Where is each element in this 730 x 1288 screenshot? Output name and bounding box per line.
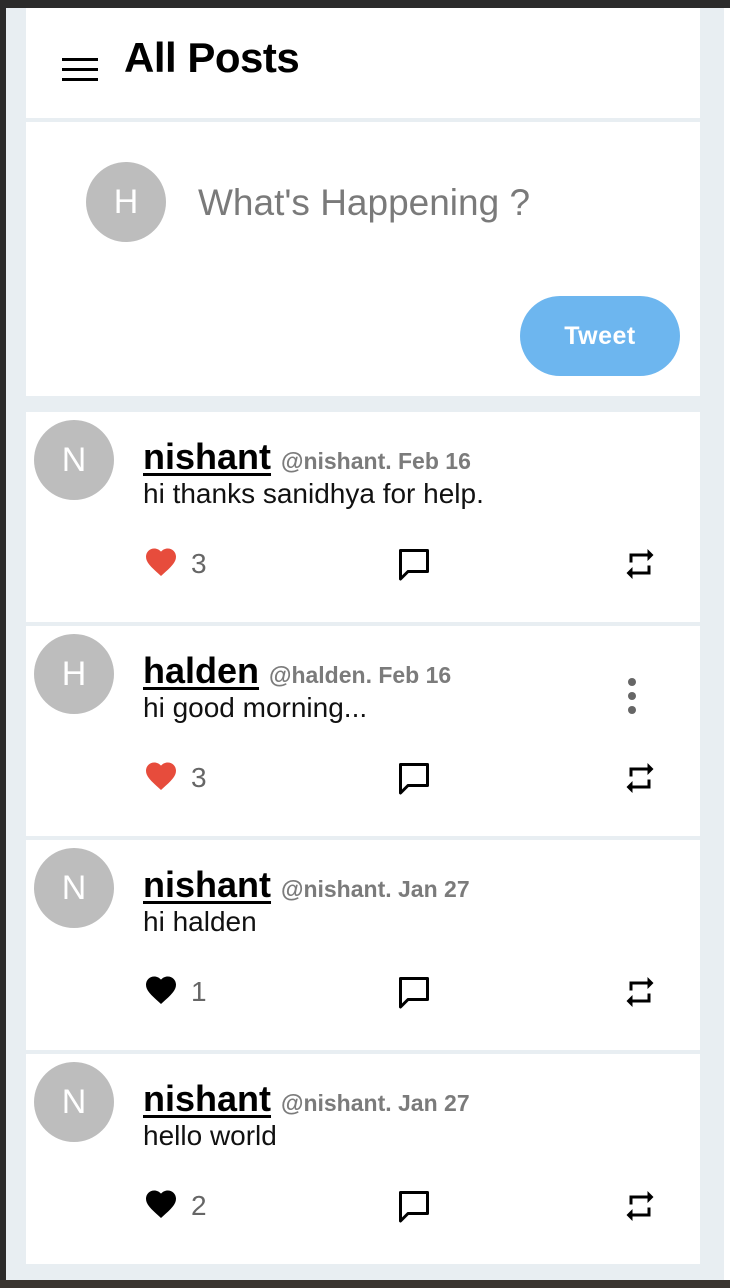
post-avatar[interactable]: N — [34, 848, 114, 928]
like-count: 3 — [191, 762, 207, 793]
post-handle-date: @halden. Feb 16 — [269, 662, 452, 688]
post-item: Hhalden @halden. Feb 16 hi good morning...… — [26, 626, 700, 836]
heart-icon — [143, 758, 179, 799]
post-header: nishant @nishant. Jan 27 — [143, 1078, 470, 1120]
page: All Posts H Tweet Nnishant @nishant. Feb … — [6, 8, 724, 1280]
page-edge — [724, 8, 730, 1280]
post-actions: 1 — [26, 970, 700, 1014]
menu-icon[interactable] — [62, 58, 98, 82]
like-button[interactable]: 3 — [143, 542, 207, 586]
post-avatar[interactable]: N — [34, 1062, 114, 1142]
post-header: nishant @nishant. Jan 27 — [143, 864, 470, 906]
retweet-icon[interactable] — [622, 546, 658, 582]
retweet-icon[interactable] — [622, 760, 658, 796]
post-item: Nnishant @nishant. Jan 27 hello world 2 — [26, 1054, 700, 1264]
post-author-name[interactable]: nishant — [143, 436, 271, 477]
retweet-icon[interactable] — [622, 1188, 658, 1224]
tweet-button[interactable]: Tweet — [520, 296, 680, 376]
post-author-name[interactable]: nishant — [143, 1078, 271, 1119]
post-header: nishant @nishant. Feb 16 — [143, 436, 471, 478]
post-header: halden @halden. Feb 16 — [143, 650, 451, 692]
more-options-icon[interactable] — [622, 676, 642, 716]
post-avatar[interactable]: N — [34, 420, 114, 500]
like-count: 3 — [191, 548, 207, 579]
post-item: Nnishant @nishant. Feb 16 hi thanks sanidh… — [26, 412, 700, 622]
like-button[interactable]: 3 — [143, 756, 207, 800]
heart-icon — [143, 972, 179, 1013]
like-button[interactable]: 2 — [143, 1184, 207, 1228]
composer-avatar: H — [86, 162, 166, 242]
post-item: Nnishant @nishant. Jan 27 hi halden 1 — [26, 840, 700, 1050]
comment-icon[interactable] — [396, 1188, 432, 1224]
window-top-bar — [0, 0, 730, 8]
post-text: hello world — [143, 1120, 277, 1151]
retweet-icon[interactable] — [622, 974, 658, 1010]
bottom-strip — [0, 1280, 730, 1288]
tweet-composer: H Tweet — [26, 122, 700, 396]
heart-icon — [143, 544, 179, 585]
post-handle-date: @nishant. Feb 16 — [281, 448, 471, 474]
post-handle-date: @nishant. Jan 27 — [281, 876, 470, 902]
post-author-name[interactable]: halden — [143, 650, 259, 691]
post-text: hi thanks sanidhya for help. — [143, 478, 484, 509]
comment-icon[interactable] — [396, 760, 432, 796]
comment-icon[interactable] — [396, 974, 432, 1010]
compose-input[interactable] — [196, 172, 670, 234]
post-actions: 3 — [26, 542, 700, 586]
comment-icon[interactable] — [396, 546, 432, 582]
like-button[interactable]: 1 — [143, 970, 207, 1014]
post-text: hi good morning... — [143, 692, 368, 723]
like-count: 2 — [191, 1190, 207, 1221]
heart-icon — [143, 1186, 179, 1227]
post-actions: 3 — [26, 756, 700, 800]
post-actions: 2 — [26, 1184, 700, 1228]
post-author-name[interactable]: nishant — [143, 864, 271, 905]
page-title: All Posts — [124, 34, 300, 81]
page-header: All Posts — [26, 8, 700, 118]
like-count: 1 — [191, 976, 207, 1007]
post-handle-date: @nishant. Jan 27 — [281, 1090, 470, 1116]
post-avatar[interactable]: H — [34, 634, 114, 714]
post-text: hi halden — [143, 906, 257, 937]
